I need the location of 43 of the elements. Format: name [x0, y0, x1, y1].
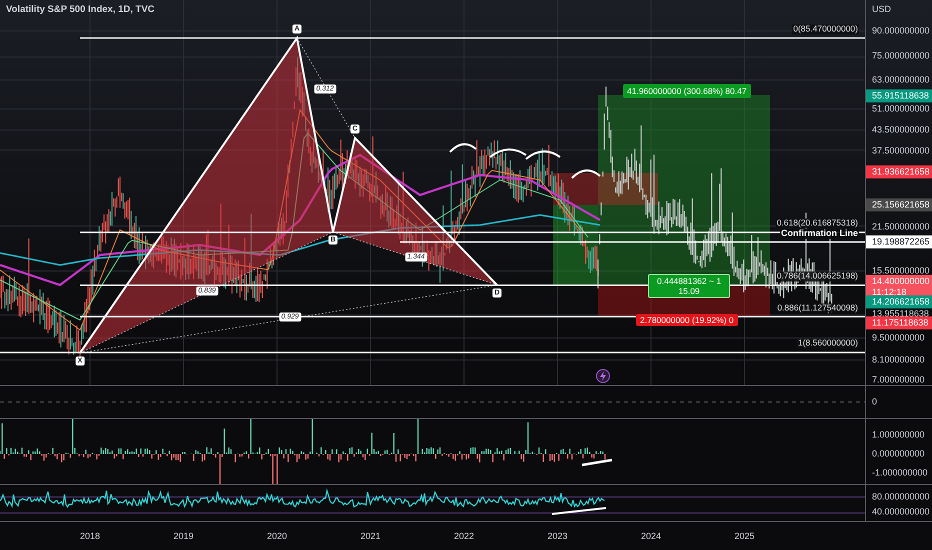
time-label: 2023 — [547, 531, 568, 541]
confirmation-line-label: Confirmation Line — [780, 229, 859, 239]
chart-title: Volatility S&P 500 Index, 1D, TVC — [6, 4, 155, 15]
price-badge: 25.156621658 — [866, 198, 932, 212]
price-tick-label: 8.100000000 — [872, 356, 925, 365]
time-label: 2019 — [173, 531, 194, 541]
indicator-tick-label: 1.000000000 — [872, 430, 925, 440]
fib-level-label: 0.886(11.127540098) — [776, 303, 859, 313]
indicator-tick-label: 0 — [872, 398, 878, 406]
price-tick-label: 9.500000000 — [872, 334, 925, 343]
fib-level-label: 0.618(20.616875318) — [776, 218, 859, 228]
stop-label: 2.780000000 (19.92%) 0 — [636, 314, 738, 326]
indicator-tick-label: -1.000000000 — [872, 468, 928, 478]
price-tick-label: 75.000000000 — [872, 51, 930, 60]
price-tick-label: 43.500000000 — [872, 126, 930, 135]
fib-level-label: 1(8.560000000) — [796, 338, 859, 348]
price-badge: 31.936621658 — [866, 165, 932, 179]
price-badge: 55.915118638 — [866, 89, 932, 103]
time-label: 2020 — [266, 531, 288, 541]
indicator-tick-label: 0.000000000 — [872, 450, 925, 458]
price-badge: 19.198872265 — [866, 235, 932, 249]
fib-level-label: 0(85.470000000) — [792, 24, 859, 34]
risk-reward-label: 0.444881362 ~ 1 15.09 — [648, 274, 730, 298]
axis-unit: USD — [872, 4, 892, 14]
fib-level-label: 0.786(14.006625198) — [776, 272, 859, 282]
price-tick-label: 37.500000000 — [872, 146, 930, 156]
indicator-tick-label: 40.000000000 — [872, 508, 930, 516]
price-badge: 11.175118638 — [866, 316, 932, 330]
target-label: 41.960000000 (300.68%) 80.47 — [623, 84, 751, 98]
indicator-tick-label: 80.000000000 — [872, 492, 930, 502]
time-label: 2024 — [640, 531, 662, 541]
time-label: 2022 — [454, 531, 474, 541]
time-label: 2021 — [360, 531, 381, 541]
time-label: 2018 — [80, 531, 100, 541]
price-tick-label: 90.000000000 — [872, 26, 930, 36]
price-tick-label: 7.000000000 — [872, 375, 925, 384]
price-tick-label: 63.000000000 — [872, 75, 930, 84]
price-badge: 14.206621658 — [866, 295, 932, 309]
price-tick-label: 13.955118638 — [872, 310, 929, 318]
price-tick-label: 15.500000000 — [872, 266, 930, 276]
price-tick-label: 51.000000000 — [872, 104, 930, 114]
price-tick-label: 21.500000000 — [872, 222, 930, 232]
time-label: 2025 — [734, 531, 755, 541]
